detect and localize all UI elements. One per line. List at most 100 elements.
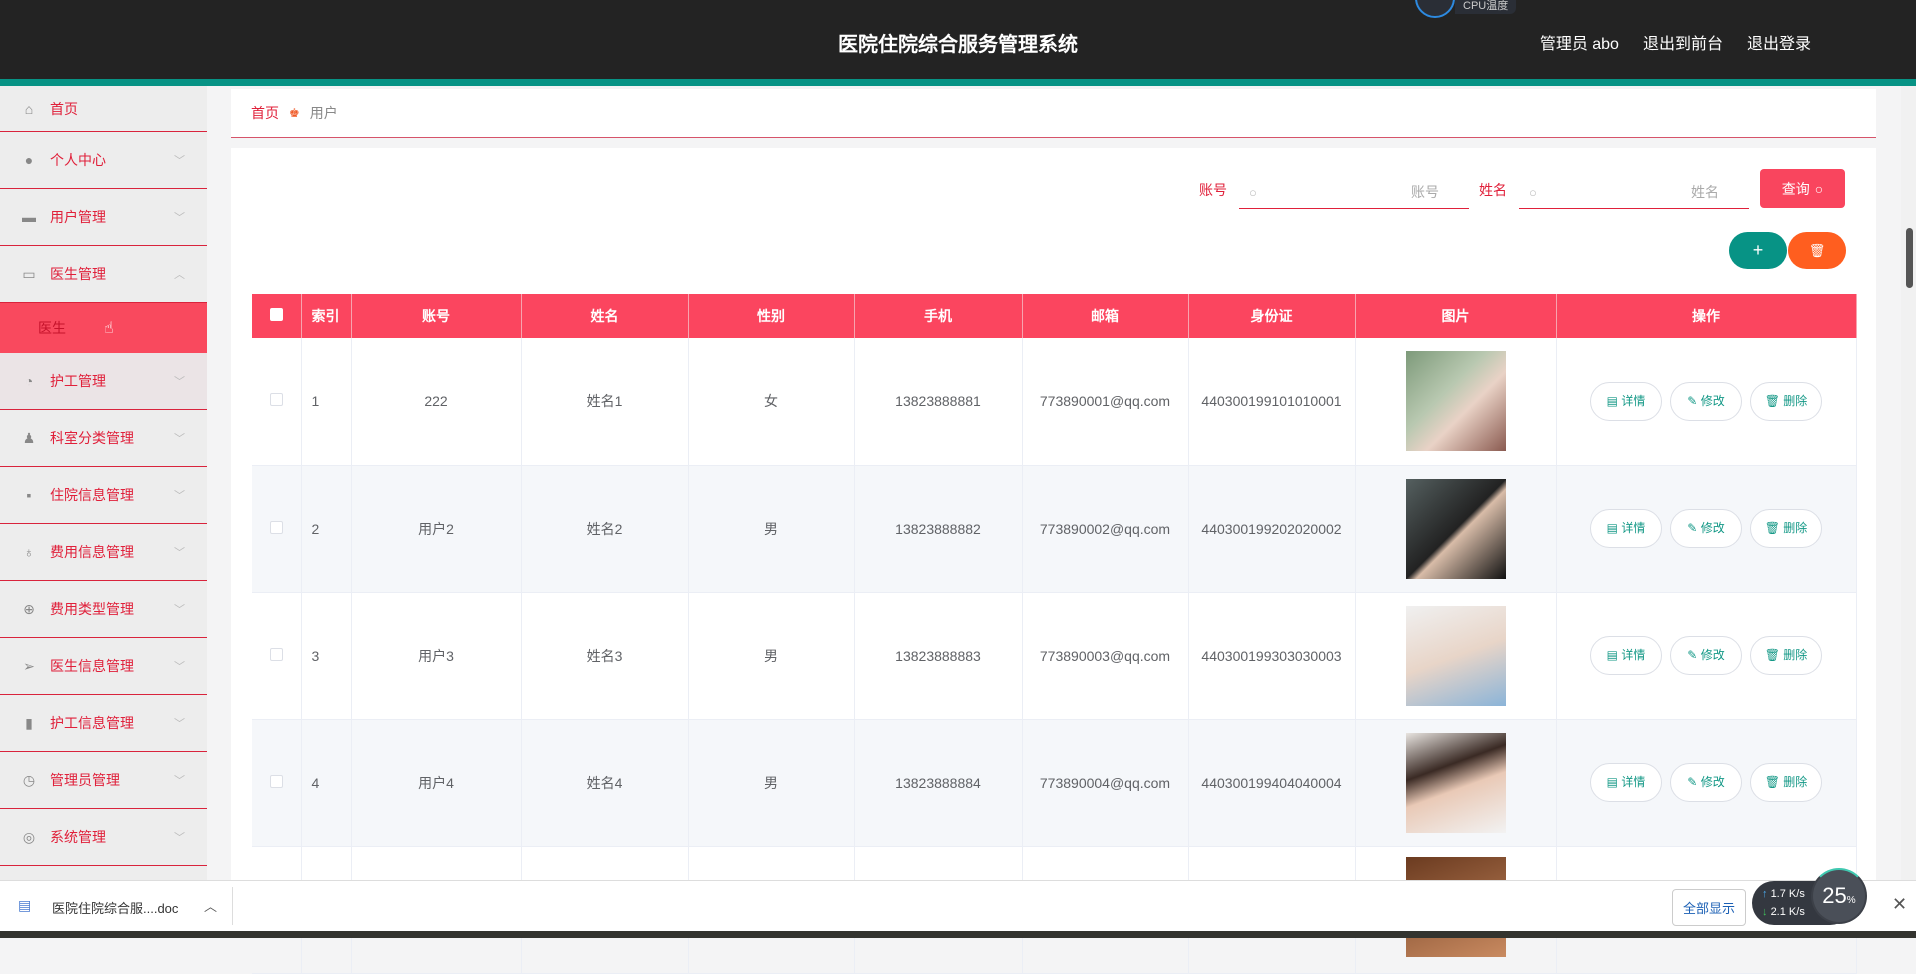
detail-button[interactable]: ▤ 详情 bbox=[1590, 636, 1662, 675]
sidebar-item-nurse-management[interactable]: ◔ 护工管理 ﹀ bbox=[0, 353, 207, 410]
sidebar-item-user-management[interactable]: ▬ 用户管理 ﹀ bbox=[0, 189, 207, 246]
cell-actions: ▤ 详情 ✎ 修改 🗑 删除 bbox=[1556, 719, 1857, 847]
delete-button[interactable]: 🗑 删除 bbox=[1750, 381, 1822, 421]
back-to-front-link[interactable]: 退出到前台 bbox=[1643, 30, 1723, 54]
add-button[interactable]: + bbox=[1729, 232, 1787, 269]
sidebar-item-home[interactable]: ⌂ 首页 bbox=[0, 86, 207, 132]
monitor-icon: ▭ bbox=[22, 265, 36, 282]
batch-delete-button[interactable]: 🗑 bbox=[1788, 232, 1846, 269]
cell-index: 2 bbox=[301, 465, 352, 593]
cell-name: 姓名4 bbox=[521, 719, 689, 847]
detail-button[interactable]: ▤ 详情 bbox=[1590, 381, 1662, 421]
detail-label: 详情 bbox=[1621, 775, 1646, 789]
sidebar-item-doctor-management[interactable]: ▭ 医生管理 ︿ bbox=[0, 246, 207, 303]
column-header[interactable]: 手机 bbox=[854, 294, 1023, 338]
edit-button[interactable]: ✎ 修改 bbox=[1670, 763, 1742, 802]
delete-button[interactable]: 🗑 删除 bbox=[1750, 763, 1822, 802]
current-user[interactable]: 管理员 abo bbox=[1540, 30, 1619, 54]
column-header[interactable]: 账号 bbox=[351, 294, 522, 338]
cell-id: 440300199303030003 bbox=[1188, 592, 1356, 720]
document-icon: ▤ bbox=[1606, 775, 1618, 789]
sidebar-item-doctor-info[interactable]: ➢ 医生信息管理 ﹀ bbox=[0, 638, 207, 695]
cell-actions: ▤ 详情 ✎ 修改 🗑 删除 bbox=[1556, 338, 1857, 466]
delete-label: 删除 bbox=[1783, 648, 1808, 662]
scrollbar-thumb[interactable] bbox=[1906, 228, 1913, 288]
edit-button[interactable]: ✎ 修改 bbox=[1670, 509, 1742, 548]
upload-speed: 1.7 bbox=[1770, 888, 1786, 900]
trash-icon: 🗑 bbox=[1764, 393, 1780, 408]
delete-button[interactable]: 🗑 删除 bbox=[1750, 636, 1822, 675]
sidebar-item-nurse-info[interactable]: ▮ 护工信息管理 ﹀ bbox=[0, 695, 207, 752]
cpu-label: CPU温度 bbox=[1455, 0, 1517, 14]
cell-index: 4 bbox=[301, 719, 352, 847]
upload-arrow-icon: ↑ bbox=[1762, 888, 1768, 900]
usage-percent: 25 bbox=[1822, 883, 1847, 908]
table-header: 索引 账号 姓名 性别 手机 邮箱 身份证 图片 操作 bbox=[252, 294, 1857, 338]
column-header[interactable]: 身份证 bbox=[1188, 294, 1356, 338]
user-photo[interactable] bbox=[1405, 605, 1506, 706]
show-all-button[interactable]: 全部显示 bbox=[1672, 889, 1747, 926]
account-label: 账号 bbox=[1199, 182, 1227, 198]
name-search-input[interactable]: ○ 姓名 bbox=[1519, 176, 1749, 209]
chevron-down-icon: ﹀ bbox=[174, 775, 185, 787]
delete-label: 删除 bbox=[1783, 775, 1808, 789]
search-icon: ○ bbox=[1529, 184, 1537, 200]
user-photo[interactable] bbox=[1405, 478, 1506, 579]
name-label: 姓名 bbox=[1479, 182, 1507, 198]
sidebar-item-label: 费用类型管理 bbox=[50, 601, 134, 617]
sidebar-item-department-category[interactable]: ♟ 科室分类管理 ﹀ bbox=[0, 410, 207, 467]
column-header: 图片 bbox=[1355, 294, 1557, 338]
table-row: 1 222 姓名1 女 13823888881 773890001@qq.com 44030… bbox=[252, 338, 1857, 466]
sidebar-item-admin-management[interactable]: ◷ 管理员管理 ﹀ bbox=[0, 752, 207, 809]
cell-name: 姓名1 bbox=[521, 338, 689, 466]
cell-image bbox=[1355, 465, 1557, 593]
select-all-checkbox[interactable] bbox=[252, 294, 302, 338]
row-checkbox[interactable] bbox=[252, 592, 302, 720]
user-photo[interactable] bbox=[1405, 732, 1506, 833]
edit-button[interactable]: ✎ 修改 bbox=[1670, 381, 1742, 421]
edit-label: 修改 bbox=[1700, 521, 1725, 535]
user-photo[interactable] bbox=[1405, 351, 1506, 452]
chat-icon: ▪ bbox=[26, 487, 32, 503]
query-button[interactable]: 查询 ○ bbox=[1760, 169, 1845, 208]
account-search-input[interactable]: ○ 账号 bbox=[1239, 176, 1469, 209]
delete-button[interactable]: 🗑 删除 bbox=[1750, 509, 1822, 548]
column-header[interactable]: 性别 bbox=[688, 294, 855, 338]
lifebuoy-icon: ◎ bbox=[22, 828, 36, 845]
detail-button[interactable]: ▤ 详情 bbox=[1590, 509, 1662, 548]
trash-icon: 🗑 bbox=[1764, 521, 1780, 535]
breadcrumb-home[interactable]: 首页 bbox=[251, 103, 279, 123]
edit-button[interactable]: ✎ 修改 bbox=[1670, 636, 1742, 675]
row-checkbox[interactable] bbox=[252, 465, 302, 593]
table-row: 3 用户3 姓名3 男 13823888883 773890003@qq.com 44030… bbox=[252, 592, 1857, 720]
sidebar-item-label: 护工信息管理 bbox=[50, 715, 134, 731]
sidebar-item-label: 用户管理 bbox=[50, 209, 106, 225]
row-checkbox[interactable] bbox=[252, 719, 302, 847]
sidebar-subitem-doctor[interactable]: 医生 ☝ bbox=[0, 303, 207, 353]
sidebar-item-label: 费用信息管理 bbox=[50, 544, 134, 560]
sidebar-item-fee-type[interactable]: ⊕ 费用类型管理 ﹀ bbox=[0, 581, 207, 638]
close-icon[interactable]: ✕ bbox=[1892, 894, 1907, 915]
download-bar: ▤ 医院住院综合服....doc ︿ 全部显示 ↑ 1.7 K/s ↓ 2.1 … bbox=[0, 868, 1916, 931]
column-header[interactable]: 姓名 bbox=[521, 294, 689, 338]
download-file-name[interactable]: 医院住院综合服....doc bbox=[52, 898, 178, 917]
pencil-icon: ✎ bbox=[1687, 393, 1698, 408]
column-header[interactable]: 邮箱 bbox=[1022, 294, 1189, 338]
doc-file-icon: ▤ bbox=[18, 897, 32, 913]
detail-button[interactable]: ▤ 详情 bbox=[1590, 763, 1662, 802]
edit-label: 修改 bbox=[1700, 648, 1725, 662]
row-checkbox[interactable] bbox=[252, 338, 302, 466]
sidebar-item-fee-info[interactable]: ♁ 费用信息管理 ﹀ bbox=[0, 524, 207, 581]
breadcrumb: 首页 ♚ 用户 bbox=[231, 89, 1876, 138]
sidebar-item-personal-center[interactable]: ● 个人中心 ﹀ bbox=[0, 132, 207, 189]
sidebar-item-system-management[interactable]: ◎ 系统管理 ﹀ bbox=[0, 809, 207, 866]
memory-usage-gauge[interactable]: 25% bbox=[1811, 868, 1867, 924]
page-scrollbar[interactable] bbox=[1901, 86, 1916, 880]
cell-actions: ▤ 详情 ✎ 修改 🗑 删除 bbox=[1556, 592, 1857, 720]
logout-link[interactable]: 退出登录 bbox=[1747, 30, 1811, 54]
sidebar-item-label: 系统管理 bbox=[50, 829, 106, 845]
sidebar-item-hospitalization-info[interactable]: ▪ 住院信息管理 ﹀ bbox=[0, 467, 207, 524]
cell-id: 440300199404040004 bbox=[1188, 719, 1356, 847]
target-icon: ⊕ bbox=[23, 600, 35, 617]
chevron-up-icon[interactable]: ︿ bbox=[204, 896, 217, 915]
